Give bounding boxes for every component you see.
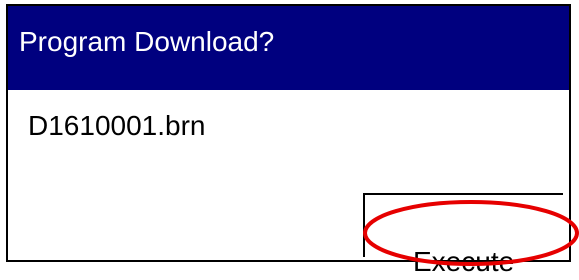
dialog-title: Program Download? xyxy=(19,26,275,57)
execute-button-label[interactable]: Execute xyxy=(413,244,514,280)
program-filename: D1610001.brn xyxy=(28,110,206,141)
